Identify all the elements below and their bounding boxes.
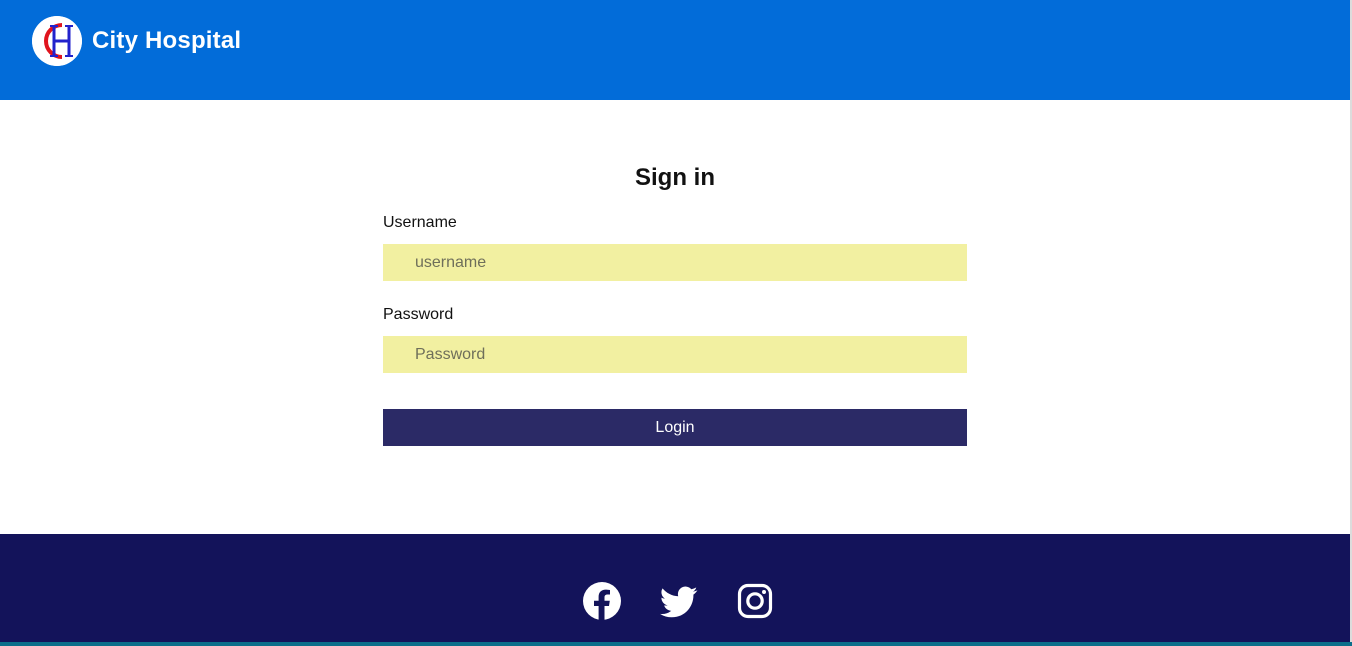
username-input[interactable] bbox=[383, 244, 967, 281]
signin-title: Sign in bbox=[635, 164, 715, 191]
facebook-icon bbox=[583, 582, 621, 620]
taskbar-strip bbox=[0, 642, 1352, 646]
login-button[interactable]: Login bbox=[383, 409, 967, 446]
hospital-logo bbox=[32, 16, 82, 66]
twitter-icon bbox=[660, 586, 698, 618]
brand[interactable]: City Hospital bbox=[32, 16, 241, 66]
facebook-link[interactable] bbox=[583, 582, 621, 620]
username-label: Username bbox=[383, 214, 457, 231]
instagram-link[interactable] bbox=[736, 582, 774, 620]
instagram-icon bbox=[737, 583, 773, 619]
social-links bbox=[583, 582, 783, 622]
brand-name: City Hospital bbox=[92, 27, 242, 54]
password-label: Password bbox=[383, 306, 454, 323]
site-header: City Hospital bbox=[0, 0, 1350, 100]
twitter-link[interactable] bbox=[660, 582, 698, 620]
password-input[interactable] bbox=[383, 336, 967, 373]
